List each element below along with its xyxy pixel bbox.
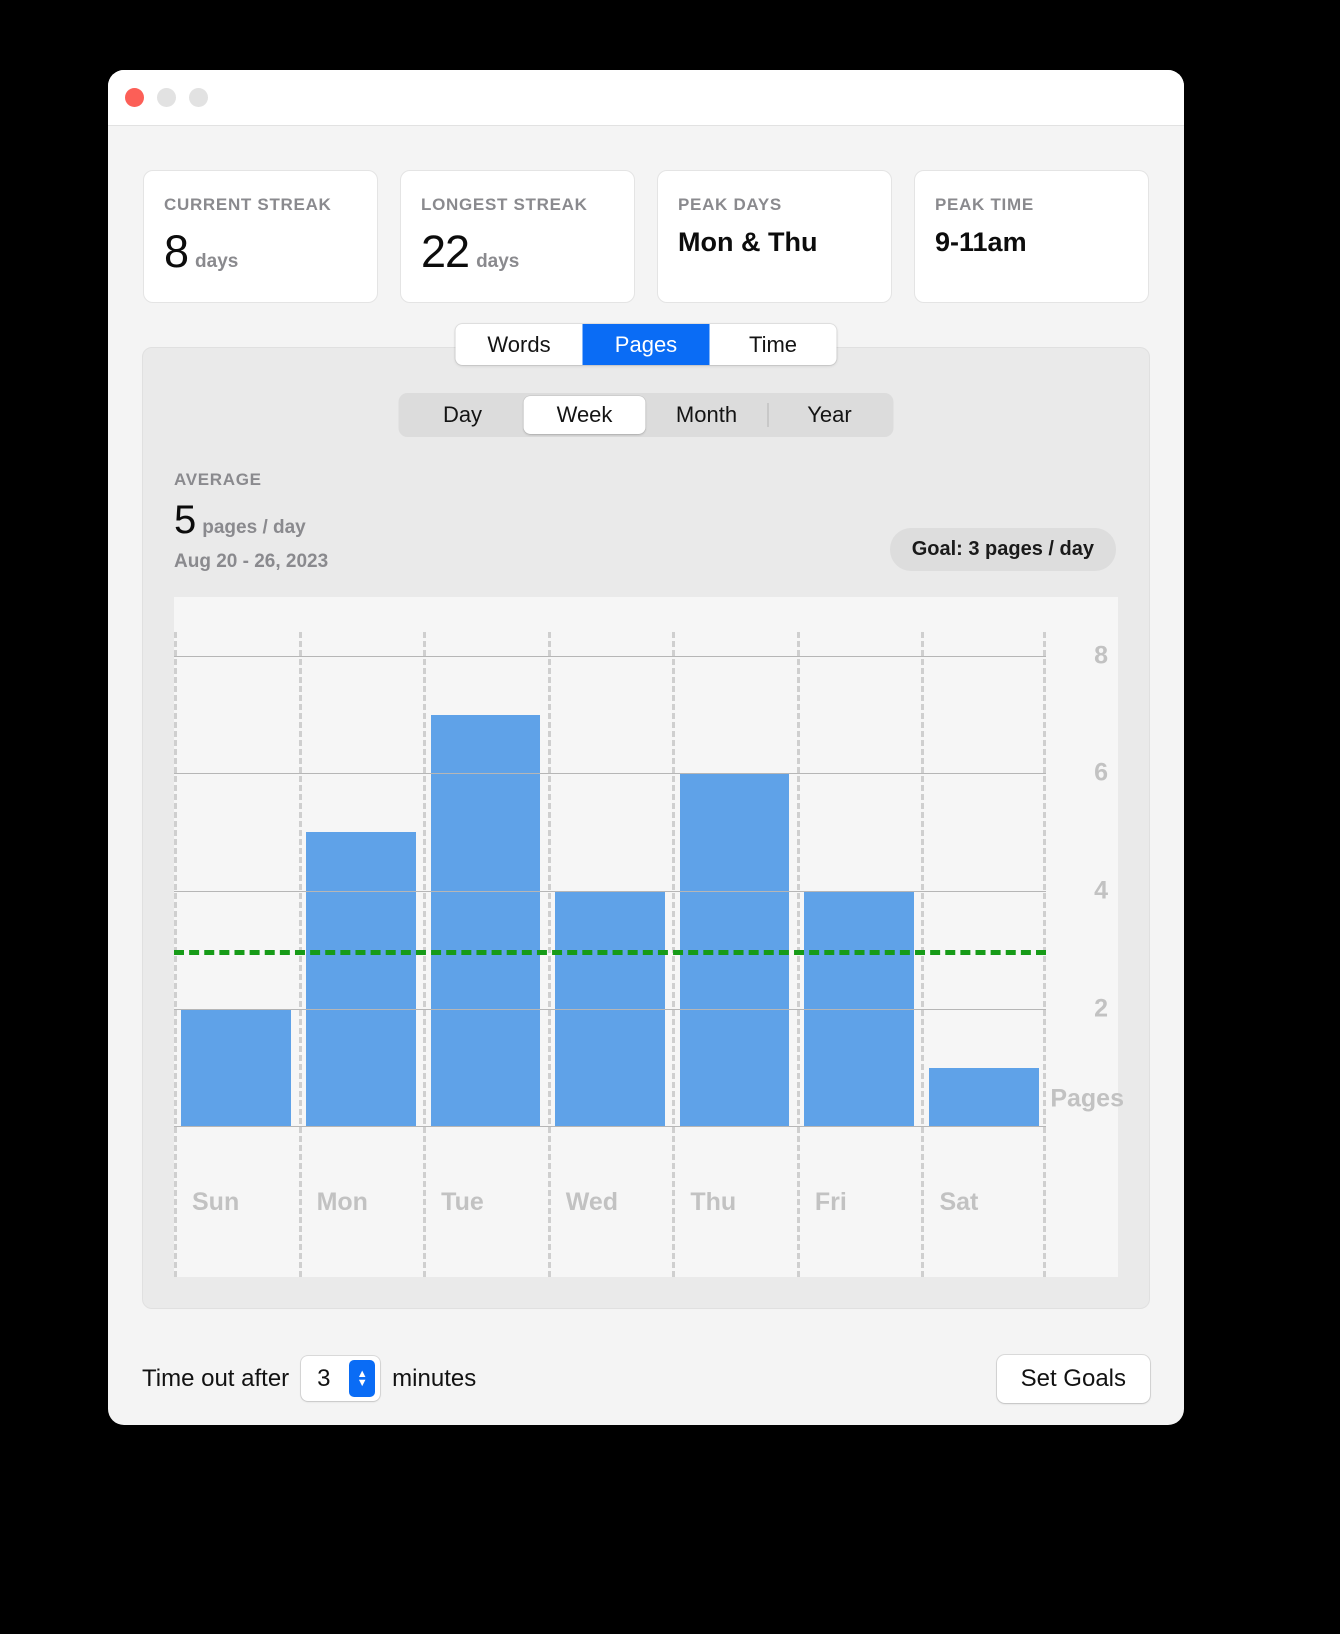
chart-x-label: Sun	[174, 1188, 299, 1217]
chart-bar[interactable]	[929, 1068, 1039, 1127]
bottom-toolbar: Time out after 3 ▲ ▼ minutes Set Goals	[108, 1332, 1184, 1425]
stat-card-value: 8	[164, 229, 188, 274]
chart-bars	[174, 632, 1046, 1127]
timeout-setting: Time out after 3 ▲ ▼ minutes	[142, 1356, 476, 1401]
stat-card-value: 22	[421, 229, 469, 274]
set-goals-button[interactable]: Set Goals	[997, 1355, 1150, 1403]
average-unit: pages / day	[202, 517, 306, 539]
stat-card-value-row: 8 days	[164, 229, 377, 274]
minimize-window-button[interactable]	[157, 88, 176, 107]
activity-bar-chart: 2468 Pages SunMonTueWedThuFriSat	[174, 597, 1118, 1277]
chart-x-label: Sat	[921, 1188, 1046, 1217]
chart-y-axis-title: Pages	[1050, 1085, 1124, 1114]
chart-y-tick-label: 6	[1094, 759, 1108, 788]
chart-bar-cell[interactable]	[548, 632, 673, 1127]
goal-pill-button[interactable]: Goal: 3 pages / day	[890, 528, 1116, 571]
stat-card-value: Mon & Thu	[678, 229, 817, 256]
chart-bar-cell[interactable]	[174, 632, 299, 1127]
chart-bar[interactable]	[431, 715, 541, 1128]
chart-bar-cell[interactable]	[299, 632, 424, 1127]
chart-x-axis-labels: SunMonTueWedThuFriSat	[174, 1188, 1046, 1217]
average-label: AVERAGE	[174, 470, 328, 490]
stat-card: CURRENT STREAK 8 days	[143, 170, 378, 303]
range-tab-month[interactable]: Month	[646, 396, 768, 434]
average-value-row: 5 pages / day	[174, 500, 328, 540]
metric-tab-pages[interactable]: Pages	[583, 324, 710, 365]
chevron-down-icon[interactable]: ▼	[357, 1379, 368, 1388]
stat-card: PEAK TIME 9-11am	[914, 170, 1149, 303]
stat-card-value-row: 9-11am	[935, 229, 1148, 256]
stat-card-label: CURRENT STREAK	[164, 195, 377, 215]
goal-threshold-line	[174, 950, 1046, 955]
range-tab-day[interactable]: Day	[402, 396, 524, 434]
window-titlebar	[108, 70, 1184, 126]
stat-card-value-row: 22 days	[421, 229, 634, 274]
timeout-prefix-label: Time out after	[142, 1365, 289, 1393]
chart-x-label: Thu	[672, 1188, 797, 1217]
range-tab-week[interactable]: Week	[524, 396, 646, 434]
stat-cards: CURRENT STREAK 8 days LONGEST STREAK 22 days P…	[108, 126, 1184, 303]
close-window-button[interactable]	[125, 88, 144, 107]
date-range: Aug 20 - 26, 2023	[174, 551, 328, 573]
stat-card-label: PEAK TIME	[935, 195, 1148, 215]
stat-card-label: PEAK DAYS	[678, 195, 891, 215]
statistics-panel: WordsPagesTime DayWeekMonthYear AVERAGE …	[142, 347, 1150, 1309]
stepper-buttons[interactable]: ▲ ▼	[349, 1360, 375, 1397]
metric-tab-group[interactable]: WordsPagesTime	[456, 324, 837, 365]
chart-bar-cell[interactable]	[423, 632, 548, 1127]
average-summary: AVERAGE 5 pages / day Aug 20 - 26, 2023	[174, 470, 328, 573]
stat-card: LONGEST STREAK 22 days	[400, 170, 635, 303]
chart-y-tick-label: 4	[1094, 877, 1108, 906]
chart-x-label: Fri	[797, 1188, 922, 1217]
chart-gridline	[174, 773, 1046, 774]
chart-bar-cell[interactable]	[921, 632, 1046, 1127]
metric-tab-words[interactable]: Words	[456, 324, 583, 365]
chart-x-label: Mon	[299, 1188, 424, 1217]
timeout-value[interactable]: 3	[317, 1365, 349, 1393]
chart-gridline	[174, 656, 1046, 657]
stat-card: PEAK DAYS Mon & Thu	[657, 170, 892, 303]
range-tab-group[interactable]: DayWeekMonthYear	[399, 393, 894, 437]
stat-card-value: 9-11am	[935, 229, 1027, 256]
chart-y-tick-label: 2	[1094, 995, 1108, 1024]
stat-card-label: LONGEST STREAK	[421, 195, 634, 215]
chart-bar[interactable]	[306, 832, 416, 1127]
chart-y-tick-label: 8	[1094, 641, 1108, 670]
app-window: CURRENT STREAK 8 days LONGEST STREAK 22 days P…	[108, 70, 1184, 1425]
chart-gridline	[174, 1009, 1046, 1010]
chart-bar[interactable]	[181, 1009, 291, 1127]
chart-x-label: Wed	[548, 1188, 673, 1217]
stat-card-unit: days	[476, 251, 519, 273]
range-tab-year[interactable]: Year	[769, 396, 891, 434]
chart-bar-cell[interactable]	[797, 632, 922, 1127]
chart-x-label: Tue	[423, 1188, 548, 1217]
timeout-suffix-label: minutes	[392, 1365, 476, 1393]
stat-card-unit: days	[195, 251, 238, 273]
maximize-window-button[interactable]	[189, 88, 208, 107]
chart-baseline	[174, 1126, 1046, 1127]
stat-card-value-row: Mon & Thu	[678, 229, 891, 256]
average-value: 5	[174, 500, 195, 540]
chart-gridline	[174, 891, 1046, 892]
timeout-stepper[interactable]: 3 ▲ ▼	[301, 1356, 380, 1401]
chart-plot-area: 2468 Pages	[174, 632, 1046, 1127]
chart-bar-cell[interactable]	[672, 632, 797, 1127]
metric-tab-time[interactable]: Time	[710, 324, 837, 365]
